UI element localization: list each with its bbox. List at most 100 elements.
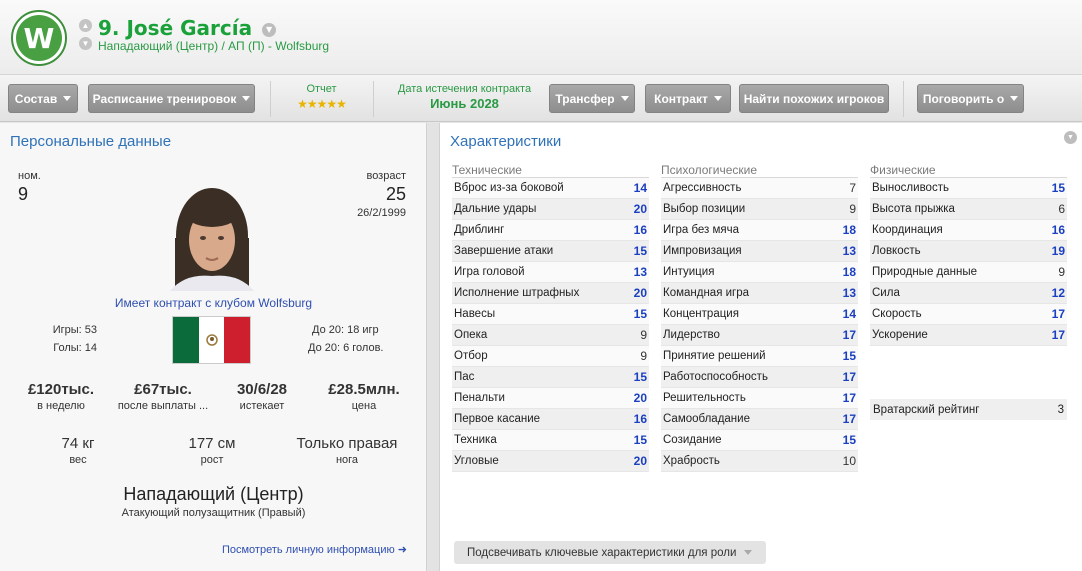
previous-player-icon[interactable]: ▲ — [79, 19, 92, 32]
report-label: Отчет — [306, 83, 337, 95]
player-subtitle[interactable]: Нападающий (Центр) / АП (П) - Wolfsburg — [98, 39, 329, 53]
attribute-value: 9 — [640, 349, 647, 363]
attribute-name: Выносливость — [872, 182, 949, 194]
attribute-value: 13 — [633, 265, 647, 279]
attribute-row[interactable]: Сила 12 — [870, 283, 1067, 304]
attribute-row[interactable]: Навесы 15 — [452, 304, 649, 325]
attribute-row[interactable]: Отбор 9 — [452, 346, 649, 367]
attribute-row[interactable]: Игра без мяча 18 — [661, 220, 858, 241]
player-portrait — [170, 188, 254, 291]
attribute-value: 15 — [633, 244, 647, 258]
collapse-icon[interactable]: ▼ — [1064, 131, 1077, 144]
attribute-value: 17 — [842, 370, 856, 384]
contract-expiry-label: Дата истечения контракта — [397, 83, 532, 95]
attribute-name: Агрессивность — [663, 182, 742, 194]
highlight-role-attributes-button[interactable]: Подсвечивать ключевые характеристики для… — [454, 541, 766, 564]
attribute-name: Скорость — [872, 308, 922, 320]
highlight-role-attributes-label: Подсвечивать ключевые характеристики для… — [467, 546, 737, 559]
attribute-value: 20 — [633, 454, 647, 468]
view-personal-info-link[interactable]: Посмотреть личную информацию ➜ — [222, 543, 407, 556]
player-header: W ▲ ▼ 9. José García ▼ Нападающий (Центр… — [0, 0, 1082, 74]
physical-list: Выносливость 15 Высота прыжка 6 Координация 1… — [870, 178, 1067, 346]
attribute-row[interactable]: Вброс из-за боковой 14 — [452, 178, 649, 199]
attribute-name: Дриблинг — [454, 224, 505, 236]
attribute-name: Вброс из-за боковой — [454, 182, 564, 194]
attribute-row[interactable]: Первое касание 16 — [452, 409, 649, 430]
chevron-down-icon — [713, 96, 722, 101]
attribute-value: 6 — [1058, 202, 1065, 216]
attribute-value: 17 — [842, 328, 856, 342]
goalkeeper-rating-value: 3 — [1057, 403, 1064, 416]
height: 177 см рост — [172, 435, 252, 466]
attribute-row[interactable]: Командная игра 13 — [661, 283, 858, 304]
market-value-value: £28.5млн. — [328, 381, 400, 398]
attribute-row[interactable]: Работоспособность 17 — [661, 367, 858, 388]
attribute-row[interactable]: Игра головой 13 — [452, 262, 649, 283]
release-clause-label: после выплаты ... — [117, 400, 209, 412]
attribute-name: Импровизация — [663, 245, 742, 257]
attribute-row[interactable]: Пас 15 — [452, 367, 649, 388]
squad-button[interactable]: Состав — [8, 84, 78, 113]
attribute-row[interactable]: Скорость 17 — [870, 304, 1067, 325]
attribute-value: 9 — [640, 328, 647, 342]
age-label: возраст — [366, 170, 406, 182]
attribute-value: 17 — [1051, 307, 1065, 321]
attribute-row[interactable]: Ловкость 19 — [870, 241, 1067, 262]
preferred-foot: Только правая нога — [282, 435, 412, 466]
mexico-flag-icon[interactable] — [172, 316, 251, 364]
attribute-name: Угловые — [454, 455, 499, 467]
talk-to-button[interactable]: Поговорить о — [917, 84, 1024, 113]
age-value: 25 — [385, 184, 406, 204]
divider — [270, 81, 271, 117]
attribute-row[interactable]: Исполнение штрафных 20 — [452, 283, 649, 304]
attribute-row[interactable]: Концентрация 14 — [661, 304, 858, 325]
attribute-row[interactable]: Опека 9 — [452, 325, 649, 346]
attribute-row[interactable]: Высота прыжка 6 — [870, 199, 1067, 220]
attribute-row[interactable]: Природные данные 9 — [870, 262, 1067, 283]
attribute-row[interactable]: Решительность 17 — [661, 388, 858, 409]
player-menu-icon[interactable]: ▼ — [262, 22, 277, 37]
attribute-row[interactable]: Выбор позиции 9 — [661, 199, 858, 220]
player-name-text: 9. José García — [98, 16, 253, 40]
attribute-row[interactable]: Завершение атаки 15 — [452, 241, 649, 262]
talk-to-button-label: Поговорить о — [922, 91, 1005, 106]
attribute-row[interactable]: Выносливость 15 — [870, 178, 1067, 199]
attribute-row[interactable]: Пенальти 20 — [452, 388, 649, 409]
attribute-row[interactable]: Агрессивность 7 — [661, 178, 858, 199]
report[interactable]: Отчет ★★★★★ — [284, 83, 359, 111]
player-nav: ▲ ▼ — [79, 19, 92, 55]
attribute-row[interactable]: Созидание 15 — [661, 430, 858, 451]
squad-button-label: Состав — [14, 91, 58, 106]
wage-value: £120тыс. — [27, 381, 95, 398]
find-similar-button[interactable]: Найти похожих игроков — [739, 84, 889, 113]
attribute-row[interactable]: Дриблинг 16 — [452, 220, 649, 241]
attribute-row[interactable]: Самообладание 17 — [661, 409, 858, 430]
attribute-row[interactable]: Ускорение 17 — [870, 325, 1067, 346]
attribute-row[interactable]: Импровизация 13 — [661, 241, 858, 262]
attribute-name: Выбор позиции — [663, 203, 746, 215]
contract-expiry: Дата истечения контракта Июнь 2028 — [392, 83, 537, 111]
attribute-name: Работоспособность — [663, 371, 768, 383]
club-crest-icon[interactable]: W — [11, 10, 67, 66]
attribute-row[interactable]: Техника 15 — [452, 430, 649, 451]
next-player-icon[interactable]: ▼ — [79, 37, 92, 50]
mental-list: Агрессивность 7 Выбор позиции 9 Игра без мяч… — [661, 178, 858, 472]
attribute-row[interactable]: Интуиция 18 — [661, 262, 858, 283]
attribute-row[interactable]: Дальние удары 20 — [452, 199, 649, 220]
attribute-row[interactable]: Лидерство 17 — [661, 325, 858, 346]
mental-attributes: Психологические Агрессивность 7 Выбор пози… — [661, 163, 858, 472]
attribute-row[interactable]: Угловые 20 — [452, 451, 649, 472]
contract-club-link[interactable]: Имеет контракт с клубом Wolfsburg — [0, 296, 427, 310]
secondary-position: Атакующий полузащитник (Правый) — [121, 507, 306, 519]
contract-button[interactable]: Контракт — [645, 84, 731, 113]
attribute-row[interactable]: Координация 16 — [870, 220, 1067, 241]
transfer-button[interactable]: Трансфер — [549, 84, 635, 113]
attribute-name: Высота прыжка — [872, 203, 955, 215]
attribute-row[interactable]: Храбрость 10 — [661, 451, 858, 472]
training-button[interactable]: Расписание тренировок — [88, 84, 255, 113]
player-name: 9. José García ▼ — [98, 16, 277, 40]
physical-attributes: Физические Выносливость 15 Высота прыжка 6 К… — [870, 163, 1067, 423]
technical-attributes: Технические Вброс из-за боковой 14 Дальние… — [452, 163, 649, 472]
attribute-name: Отбор — [454, 350, 488, 362]
attribute-row[interactable]: Принятие решений 15 — [661, 346, 858, 367]
